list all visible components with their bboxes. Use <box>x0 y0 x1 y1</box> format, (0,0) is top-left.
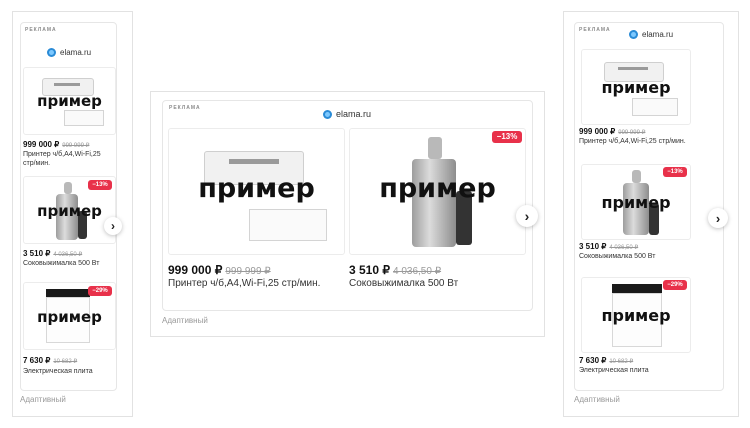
product-name[interactable]: Принтер ч/б,А4,Wi-Fi,25 стр/мин. <box>168 278 343 291</box>
product-price: 3 510 ₽4 036,50 ₽ <box>349 263 441 277</box>
printer-tray <box>249 209 327 241</box>
chevron-right-icon: › <box>111 219 115 233</box>
sample-watermark: пример <box>601 306 671 325</box>
next-arrow-button[interactable]: › <box>708 208 728 228</box>
discount-badge: −13% <box>88 180 112 190</box>
product-price: 999 000 ₽999 999 ₽ <box>579 127 645 136</box>
elama-logo-icon <box>47 48 56 57</box>
adaptive-label: Адаптивный <box>574 395 620 404</box>
price-value: 3 510 ₽ <box>349 263 390 277</box>
ad-label: РЕКЛАМА <box>579 27 611 33</box>
juicer-illustration <box>428 137 442 159</box>
sample-watermark: пример <box>37 92 102 110</box>
ad-label: РЕКЛАМА <box>25 27 57 33</box>
old-price: 4 036,50 ₽ <box>53 252 83 258</box>
left-ad-card[interactable]: РЕКЛАМА elama.ru пример 999 000 ₽999 999… <box>20 22 122 391</box>
product-image-stove[interactable]: −29% пример <box>23 282 116 350</box>
old-price: 10 682 ₽ <box>609 359 634 365</box>
printer-tray <box>632 98 678 116</box>
printer-slot <box>229 159 279 164</box>
product-image-printer[interactable]: пример <box>168 128 345 255</box>
printer-slot <box>54 83 80 86</box>
old-price: 4 036,50 ₽ <box>609 245 639 251</box>
old-price: 4 036,50 ₽ <box>393 266 442 277</box>
price-value: 7 630 ₽ <box>579 356 607 365</box>
product-image-printer[interactable]: пример <box>23 67 116 135</box>
ad-label: РЕКЛАМА <box>169 105 201 111</box>
brand[interactable]: elama.ru <box>323 109 371 119</box>
price-value: 3 510 ₽ <box>579 242 607 251</box>
next-arrow-button[interactable]: › <box>104 217 122 235</box>
brand-name: elama.ru <box>642 30 674 39</box>
elama-logo-icon <box>629 30 638 39</box>
product-name[interactable]: Электрическая плита <box>579 367 719 376</box>
product-price: 3 510 ₽4 036,50 ₽ <box>579 242 638 251</box>
sample-watermark: пример <box>37 308 102 326</box>
stove-illustration <box>612 284 662 293</box>
old-price: 10 682 ₽ <box>53 359 78 365</box>
brand-name: elama.ru <box>336 109 372 119</box>
price-value: 999 000 ₽ <box>23 140 60 149</box>
price-value: 999 000 ₽ <box>168 263 223 277</box>
product-image-printer[interactable]: пример <box>581 49 691 125</box>
printer-slot <box>618 67 648 70</box>
product-price: 999 000 ₽999 999 ₽ <box>168 263 271 277</box>
product-price: 7 630 ₽10 682 ₽ <box>579 356 633 365</box>
price-value: 3 510 ₽ <box>23 249 51 258</box>
product-name[interactable]: Принтер ч/б,А4,Wi-Fi,25 стр/мин. <box>23 151 111 169</box>
center-ad-card[interactable]: РЕКЛАМА elama.ru пример 999 000 ₽999 999… <box>162 100 538 311</box>
product-price: 7 630 ₽10 682 ₽ <box>23 356 77 365</box>
product-price: 999 000 ₽999 999 ₽ <box>23 140 89 149</box>
discount-badge: −29% <box>663 280 687 290</box>
product-name[interactable]: Принтер ч/б,А4,Wi-Fi,25 стр/мин. <box>579 138 719 147</box>
right-ad-card[interactable]: РЕКЛАМА elama.ru пример 999 000 ₽999 999… <box>574 22 728 391</box>
discount-badge: −13% <box>492 131 522 143</box>
product-name[interactable]: Соковыжималка 500 Вт <box>349 278 524 291</box>
product-image-juicer[interactable]: −13% пример <box>581 164 691 240</box>
next-arrow-button[interactable]: › <box>516 205 538 227</box>
product-price: 3 510 ₽4 036,50 ₽ <box>23 249 82 258</box>
price-value: 7 630 ₽ <box>23 356 51 365</box>
price-value: 999 000 ₽ <box>579 127 616 136</box>
discount-badge: −13% <box>663 167 687 177</box>
product-image-stove[interactable]: −29% пример <box>581 277 691 353</box>
product-name[interactable]: Соковыжималка 500 Вт <box>23 260 111 269</box>
stove-illustration <box>46 289 90 297</box>
sample-watermark: пример <box>601 78 671 97</box>
brand[interactable]: elama.ru <box>629 30 673 39</box>
product-image-juicer[interactable]: −13% пример <box>23 176 116 244</box>
discount-badge: −29% <box>88 286 112 296</box>
old-price: 999 999 ₽ <box>225 266 271 277</box>
adaptive-label: Адаптивный <box>162 316 208 325</box>
adaptive-label: Адаптивный <box>20 395 66 404</box>
sample-watermark: пример <box>601 193 671 212</box>
juicer-illustration <box>64 182 72 194</box>
chevron-right-icon: › <box>524 208 530 224</box>
product-name[interactable]: Электрическая плита <box>23 368 111 377</box>
sample-watermark: пример <box>37 202 102 220</box>
chevron-right-icon: › <box>715 210 721 226</box>
old-price: 999 999 ₽ <box>618 130 646 136</box>
brand-name: elama.ru <box>60 48 92 57</box>
juicer-illustration <box>632 170 641 183</box>
product-name[interactable]: Соковыжималка 500 Вт <box>579 253 719 262</box>
sample-watermark: пример <box>379 173 496 204</box>
product-image-juicer[interactable]: −13% пример <box>349 128 526 255</box>
old-price: 999 999 ₽ <box>62 143 90 149</box>
elama-logo-icon <box>323 109 332 119</box>
brand[interactable]: elama.ru <box>47 48 91 57</box>
sample-watermark: пример <box>198 173 315 204</box>
printer-tray <box>64 110 104 126</box>
